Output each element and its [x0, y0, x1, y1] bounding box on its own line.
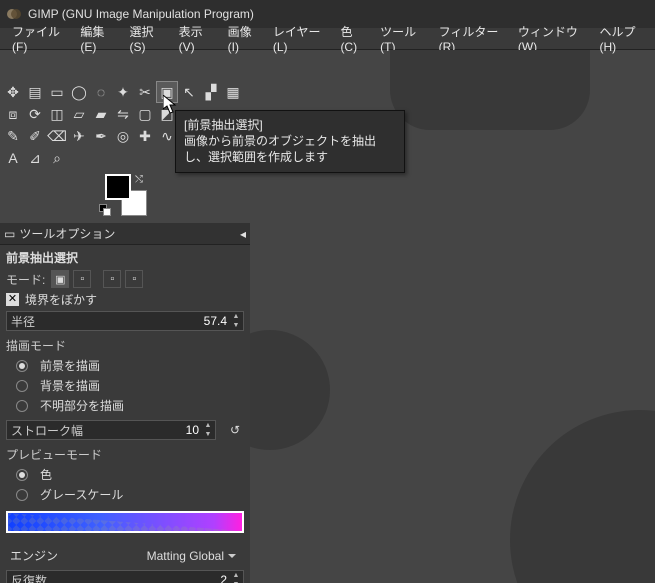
stroke-width-label: ストローク幅	[11, 422, 83, 439]
perspective-tool[interactable]: ▰	[91, 104, 111, 124]
mode-add[interactable]: ▫	[73, 270, 91, 288]
mode-label: モード:	[6, 271, 45, 288]
fuzzy-select-tool[interactable]: ✦	[113, 82, 133, 102]
tooltip-title: [前景抽出選択]	[184, 117, 396, 133]
radius-label: 半径	[11, 313, 35, 330]
draw-fg-radio[interactable]	[16, 360, 28, 372]
measure-tool[interactable]: ⊿	[25, 148, 45, 168]
free-select-tool[interactable]: ◌	[91, 82, 111, 102]
move-tool[interactable]: ✥	[3, 82, 23, 102]
tooltip: [前景抽出選択] 画像から前景のオブジェクトを抽出し、選択範囲を作成します	[175, 110, 405, 173]
menubar: ファイル(F) 編集(E) 選択(S) 表示(V) 画像(I) レイヤー(L) …	[0, 28, 655, 50]
eraser-tool[interactable]: ⌫	[47, 126, 67, 146]
menu-filters[interactable]: フィルター(R)	[431, 21, 510, 56]
cage-tool[interactable]: ▢	[135, 104, 155, 124]
mode-subtract[interactable]: ▫	[103, 270, 121, 288]
clone-tool[interactable]: ◎	[113, 126, 133, 146]
draw-mode-heading: 描画モード	[6, 337, 244, 354]
menu-image[interactable]: 画像(I)	[220, 21, 265, 56]
rect-select-tool[interactable]: ▭	[47, 82, 67, 102]
warp-tool[interactable]: ◩	[157, 104, 177, 124]
ink-tool[interactable]: ✒	[91, 126, 111, 146]
draw-unknown-radio[interactable]	[16, 400, 28, 412]
stroke-reset-icon[interactable]: ↺	[226, 421, 244, 439]
smudge-tool[interactable]: ∿	[157, 126, 177, 146]
preview-color-radio[interactable]	[16, 469, 28, 481]
preview-color-label: 色	[40, 466, 52, 483]
airbrush-tool[interactable]: ✈	[69, 126, 89, 146]
options-title: 前景抽出選択	[6, 249, 244, 266]
draw-bg-label: 背景を描画	[40, 377, 100, 394]
radius-down[interactable]: ▼	[229, 321, 243, 330]
crop-tool[interactable]: ⧈	[3, 104, 23, 124]
shear-tool[interactable]: ▱	[69, 104, 89, 124]
draw-bg-radio[interactable]	[16, 380, 28, 392]
engine-dropdown[interactable]: Matting Global	[147, 549, 236, 563]
ellipse-select-tool[interactable]: ◯	[69, 82, 89, 102]
menu-colors[interactable]: 色(C)	[332, 21, 372, 56]
heal-tool[interactable]: ✚	[135, 126, 155, 146]
tool-options-panel: ▭ ツールオプション ◂ 前景抽出選択 モード: ▣ ▫ ▫ ▫ ✕ 境界をぼか…	[0, 223, 250, 583]
swap-colors-icon[interactable]: ⤭	[135, 174, 143, 185]
panel-tab-label: ツールオプション	[19, 225, 115, 242]
pencil-tool[interactable]: ✎	[3, 126, 23, 146]
iterations-up[interactable]: ▲	[229, 571, 243, 580]
tool-options-tab-icon[interactable]: ▭	[4, 227, 15, 241]
zoom-tool[interactable]: ⌕	[47, 148, 67, 168]
menu-view[interactable]: 表示(V)	[171, 21, 220, 56]
menu-help[interactable]: ヘルプ(H)	[591, 21, 651, 56]
menu-layer[interactable]: レイヤー(L)	[265, 21, 333, 56]
tooltip-desc: 画像から前景のオブジェクトを抽出し、選択範囲を作成します	[184, 133, 396, 165]
scale-tool[interactable]: ◫	[47, 104, 67, 124]
iterations-label: 反復数	[11, 572, 47, 583]
foreground-select-tool[interactable]: ▣	[157, 82, 177, 102]
draw-unknown-label: 不明部分を描画	[40, 397, 124, 414]
menu-select[interactable]: 選択(S)	[121, 21, 170, 56]
paintbrush-tool[interactable]: ✐	[25, 126, 45, 146]
menu-tools[interactable]: ツール(T)	[372, 21, 430, 56]
app-icon	[6, 6, 22, 22]
preview-color-swatch[interactable]	[6, 511, 244, 533]
stroke-width-slider[interactable]: ストローク幅 10 ▲▼	[6, 420, 216, 440]
stroke-up[interactable]: ▲	[201, 421, 215, 430]
panel-config-icon[interactable]: ◂	[240, 227, 246, 241]
mode-intersect[interactable]: ▫	[125, 270, 143, 288]
mode-replace[interactable]: ▣	[51, 270, 69, 288]
draw-fg-label: 前景を描画	[40, 357, 100, 374]
by-color-select-tool[interactable]: ▦	[223, 82, 243, 102]
radius-slider[interactable]: 半径 57.4 ▲▼	[6, 311, 244, 331]
fg-color-swatch[interactable]	[105, 174, 131, 200]
panel-tab-bar: ▭ ツールオプション ◂	[0, 223, 250, 245]
menu-file[interactable]: ファイル(F)	[4, 21, 72, 56]
engine-label: エンジン	[10, 547, 58, 564]
color-picker-tool[interactable]: ▞	[201, 82, 221, 102]
preview-gray-radio[interactable]	[16, 489, 28, 501]
scissors-tool[interactable]: ✂	[135, 82, 155, 102]
menu-windows[interactable]: ウィンドウ(W)	[510, 21, 592, 56]
preview-gray-label: グレースケール	[40, 486, 123, 503]
radius-up[interactable]: ▲	[229, 312, 243, 321]
iterations-slider[interactable]: 反復数 2 ▲▼	[6, 570, 244, 583]
rotate-tool[interactable]: ⟳	[25, 104, 45, 124]
paths-tool[interactable]: ↖	[179, 82, 199, 102]
align-tool[interactable]: ▤	[25, 82, 45, 102]
color-swatches: ⤭	[105, 174, 157, 218]
feather-label: 境界をぼかす	[25, 291, 97, 308]
flip-tool[interactable]: ⇋	[113, 104, 133, 124]
preview-mode-heading: プレビューモード	[6, 446, 244, 463]
text-tool[interactable]: A	[3, 148, 23, 168]
menu-edit[interactable]: 編集(E)	[72, 21, 121, 56]
feather-checkbox[interactable]: ✕	[6, 293, 19, 306]
stroke-down[interactable]: ▼	[201, 430, 215, 439]
window-title: GIMP (GNU Image Manipulation Program)	[28, 7, 254, 21]
